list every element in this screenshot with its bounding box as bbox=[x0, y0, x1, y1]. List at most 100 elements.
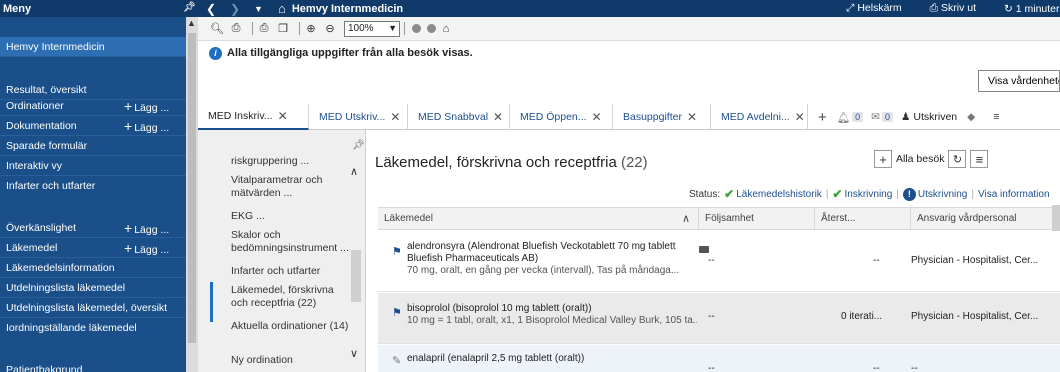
tag-icon[interactable]: ◆ bbox=[967, 111, 975, 123]
print-icon[interactable]: ⎙ bbox=[257, 22, 271, 35]
menu-item-ekg[interactable]: EKG ... bbox=[231, 210, 349, 223]
menu-item-riskgruppering[interactable]: riskgruppering ... bbox=[231, 155, 349, 168]
table-row[interactable]: ✎ enalapril (enalapril 2,5 mg tablett (o… bbox=[378, 345, 1060, 372]
add-medication-button[interactable]: + bbox=[874, 150, 892, 168]
scrollbar-thumb[interactable] bbox=[188, 33, 196, 343]
status-label: Status: bbox=[689, 188, 721, 200]
active-indicator bbox=[210, 282, 213, 322]
menu-item-ny-ordination[interactable]: Ny ordination bbox=[231, 354, 349, 367]
zoom-in-icon[interactable]: ⊕ bbox=[304, 23, 318, 35]
close-icon[interactable]: ✕ bbox=[687, 110, 697, 124]
home-icon[interactable]: ⌂ bbox=[439, 23, 453, 35]
visit-filter[interactable]: Alla besök bbox=[896, 153, 944, 165]
tab-med-inskrivning[interactable]: MED Inskriv... ✕ bbox=[198, 104, 309, 130]
menu-item-aktuella-ordinationer[interactable]: Aktuella ordinationer (14) bbox=[231, 320, 349, 333]
home-icon[interactable]: ⌂ bbox=[278, 1, 286, 16]
pin-icon[interactable]: 📌︎ bbox=[183, 2, 196, 13]
add-dokumentation-button[interactable]: + Lägg ... bbox=[124, 118, 169, 134]
copy-icon[interactable]: ❐ bbox=[276, 23, 290, 35]
forward-icon[interactable]: ❯ bbox=[230, 2, 246, 16]
sidebar-item-utdelningslista-oversikt[interactable]: Utdelningslista läkemedel, översikt bbox=[0, 298, 186, 318]
print-button[interactable]: ⎙ Skriv ut bbox=[930, 2, 990, 15]
page-scrollbar[interactable] bbox=[1052, 205, 1060, 231]
bell-icon[interactable]: 🔔︎ bbox=[837, 111, 850, 124]
add-tab-icon[interactable]: + bbox=[818, 109, 827, 126]
fullscreen-button[interactable]: ⤢ Helskärm bbox=[846, 2, 916, 15]
info-bar: i Alla tillgängliga uppgifter från alla … bbox=[198, 42, 1060, 64]
add-ordination-button[interactable]: + Lägg ... bbox=[124, 98, 169, 114]
sidebar-scrollbar[interactable]: ▲ bbox=[186, 17, 198, 372]
tab-med-oppen[interactable]: MED Öppen... ✕ bbox=[510, 104, 613, 130]
scroll-up-icon[interactable]: ▲ bbox=[187, 18, 196, 28]
table-row[interactable]: ⚑ bisoprolol (bisoprolol 10 mg tablett (… bbox=[378, 293, 1060, 344]
comment-icon[interactable] bbox=[699, 246, 709, 253]
sidebar-item-lakemedelsinformation[interactable]: Läkemedelsinformation bbox=[0, 258, 186, 278]
show-information-link[interactable]: Visa information bbox=[978, 189, 1050, 200]
sort-up-icon[interactable]: ∧ bbox=[682, 212, 690, 225]
menu-item-skalor[interactable]: Skalor och bedömningsinstrument ... bbox=[231, 229, 349, 255]
add-overkanslighet-button[interactable]: + Lägg ... bbox=[124, 220, 169, 236]
title-bar: ❮ ❯ ▼ ⌂ Hemvy Internmedicin ⤢ Helskärm ⎙… bbox=[198, 0, 1060, 17]
back-icon[interactable]: ❮ bbox=[206, 2, 222, 16]
tab-med-avdelning[interactable]: MED Avdelni... ✕ bbox=[711, 104, 808, 130]
medication-panel: Läkemedel, förskrivna och receptfria (22… bbox=[366, 130, 1060, 372]
column-header-lakemedel[interactable]: Läkemedel ∧ bbox=[378, 208, 698, 229]
menu-item-infarter[interactable]: Infarter och utfarter bbox=[231, 265, 349, 278]
menu-item-vitalparametrar[interactable]: Vitalparametrar och mätvärden ... bbox=[231, 174, 349, 200]
adherence-value: -- bbox=[708, 255, 715, 266]
close-icon[interactable]: ✕ bbox=[592, 110, 602, 124]
menu-icon[interactable]: ≡ bbox=[993, 111, 999, 123]
print-preview-icon[interactable]: ⎙ bbox=[229, 22, 243, 35]
medication-detail: 10 mg = 1 tabl, oralt, x1, 1 Bisoprolol … bbox=[407, 315, 697, 326]
add-lakemedel-button[interactable]: + Lägg ... bbox=[124, 240, 169, 256]
table-row[interactable]: ⚑ alendronsyra (Alendronat Bluefish Veck… bbox=[378, 231, 1060, 292]
refresh-icon[interactable] bbox=[427, 24, 436, 33]
sidebar-item-overkanslighet[interactable]: Överkänslighet + Lägg ... bbox=[0, 218, 186, 238]
column-header-ansvarig[interactable]: Ansvarig vårdpersonal bbox=[910, 208, 1060, 229]
history-dropdown-icon[interactable]: ▼ bbox=[254, 4, 270, 14]
menu-item-lakemedel[interactable]: Läkemedel, förskrivna och receptfria (22… bbox=[231, 284, 349, 310]
sidebar-item-infarter[interactable]: Infarter och utfarter bbox=[0, 176, 186, 196]
close-icon[interactable]: ✕ bbox=[278, 109, 288, 123]
zoom-select[interactable]: 100% ▼ bbox=[344, 20, 400, 37]
sidebar-item-iordningstallande[interactable]: Iordningställande läkemedel bbox=[0, 318, 186, 338]
refresh-button[interactable]: ↻ 1 minuter sed bbox=[1004, 3, 1060, 15]
zoom-value: 100% bbox=[348, 23, 374, 34]
column-header-foljsamhet[interactable]: Följsamhet bbox=[698, 208, 814, 229]
status-utskrivning-link[interactable]: Utskrivning bbox=[918, 189, 967, 200]
close-icon[interactable]: ✕ bbox=[795, 110, 805, 124]
close-icon[interactable]: ✕ bbox=[493, 110, 503, 124]
sidebar-item-interaktiv-vy[interactable]: Interaktiv vy bbox=[0, 156, 186, 176]
sidebar-item-sparade-formular[interactable]: Sparade formulär bbox=[0, 136, 186, 156]
patient-status: Utskriven bbox=[913, 111, 958, 123]
sidebar-item-utdelningslista[interactable]: Utdelningslista läkemedel bbox=[0, 278, 186, 298]
sidebar-item-label: Läkemedelsinformation bbox=[6, 261, 115, 274]
zoom-out-icon[interactable]: ⊖ bbox=[323, 23, 337, 35]
pin-icon[interactable]: 📌︎ bbox=[352, 140, 365, 151]
sidebar-item-dokumentation[interactable]: Dokumentation + Lägg ... bbox=[0, 116, 186, 136]
navigation-sidebar: Meny 📌︎ Hemvy Internmedicin Resultat, öv… bbox=[0, 0, 198, 372]
find-icon[interactable]: 🔍︎ bbox=[210, 23, 224, 35]
alert-icon: ! bbox=[902, 187, 916, 201]
inbox-icon[interactable]: ✉ bbox=[871, 111, 880, 123]
chevron-down-icon[interactable]: ∨ bbox=[350, 347, 358, 360]
menu-icon[interactable]: ≡ bbox=[970, 150, 989, 168]
stop-icon[interactable] bbox=[412, 24, 421, 33]
show-care-units-button[interactable]: Visa vårdenheter bbox=[978, 70, 1060, 92]
medication-detail: 70 mg, oralt, en gång per vecka (interva… bbox=[407, 265, 680, 276]
status-inskrivning-link[interactable]: Inskrivning bbox=[844, 189, 892, 200]
sidebar-item-hemvy[interactable]: Hemvy Internmedicin bbox=[0, 37, 186, 57]
refresh-icon[interactable]: ↻ bbox=[948, 150, 967, 168]
sidebar-item-patientbakgrund[interactable]: Patientbakgrund bbox=[0, 360, 186, 372]
close-icon[interactable]: ✕ bbox=[390, 110, 400, 124]
menu-scrollbar[interactable]: 📌︎ ∧ ∨ bbox=[350, 140, 365, 372]
chevron-up-icon[interactable]: ∧ bbox=[350, 165, 358, 178]
tab-basuppgifter[interactable]: Basuppgifter ✕ bbox=[613, 104, 711, 130]
scrollbar-thumb[interactable] bbox=[351, 250, 361, 302]
status-historik-link[interactable]: Läkemedelshistorik bbox=[736, 189, 822, 200]
sidebar-item-lakemedel[interactable]: Läkemedel + Lägg ... bbox=[0, 238, 186, 258]
sidebar-item-ordinationer[interactable]: Ordinationer + Lägg ... bbox=[0, 96, 186, 116]
tab-med-utskrivning[interactable]: MED Utskriv... ✕ bbox=[309, 104, 408, 130]
tab-med-snabbval[interactable]: MED Snabbval ✕ bbox=[408, 104, 510, 130]
column-header-aterstaende[interactable]: Återst... bbox=[814, 208, 910, 229]
